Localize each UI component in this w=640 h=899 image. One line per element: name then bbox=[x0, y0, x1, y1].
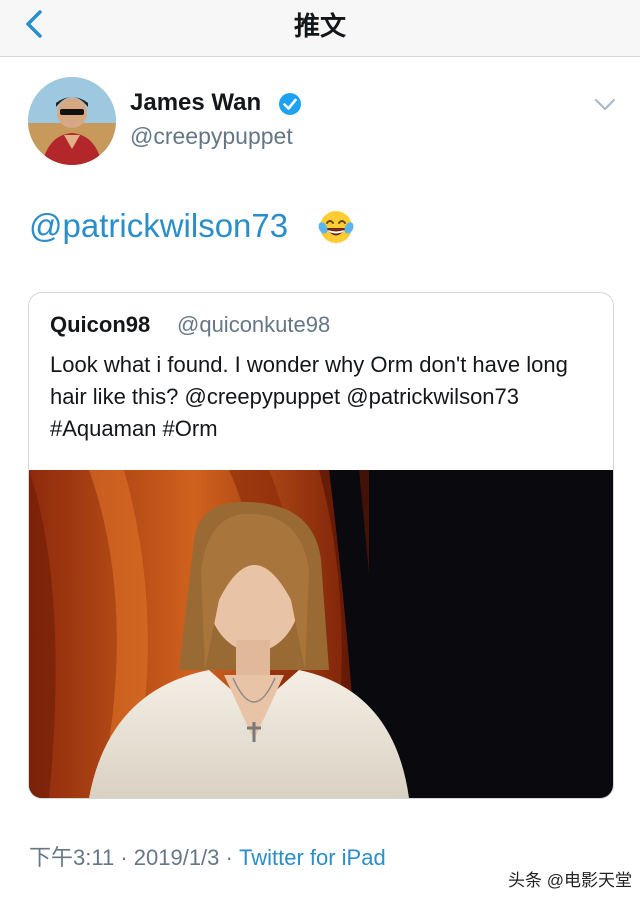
watermark: 头条 @电影天堂 bbox=[508, 871, 632, 890]
nav-bar: 推文 bbox=[0, 0, 640, 57]
tweet-time: 下午3:11 bbox=[29, 845, 115, 870]
tweet-mention-link[interactable]: @patrickwilson73 bbox=[29, 207, 288, 245]
tweet-source-link[interactable]: Twitter for iPad bbox=[239, 845, 386, 870]
verified-badge-icon bbox=[279, 93, 301, 115]
avatar-photo bbox=[28, 77, 116, 165]
page-title: 推文 bbox=[293, 11, 346, 41]
laughing-tears-emoji-icon bbox=[318, 211, 354, 243]
meta-separator: · bbox=[120, 845, 128, 870]
tweet-meta: 下午3:11 · 2019/1/3 · Twitter for iPad bbox=[29, 840, 386, 872]
quoted-tweet-text: Look what i found. I wonder why Orm don'… bbox=[50, 352, 568, 441]
avatar[interactable] bbox=[28, 77, 116, 165]
quoted-photo bbox=[29, 470, 613, 798]
quoted-author-name: Quicon98 bbox=[50, 312, 151, 337]
chevron-down-icon[interactable] bbox=[594, 98, 616, 112]
author-name[interactable]: James Wan bbox=[130, 89, 261, 117]
quoted-tweet-card[interactable]: Quicon98 @quiconkute98 Look what i found… bbox=[28, 292, 614, 799]
quoted-tweet-image[interactable] bbox=[29, 470, 613, 798]
author-handle[interactable]: @creepypuppet bbox=[130, 123, 293, 150]
meta-separator: · bbox=[225, 845, 233, 870]
quoted-author-handle: @quiconkute98 bbox=[177, 312, 331, 337]
tweet-date: 2019/1/3 bbox=[133, 845, 220, 870]
